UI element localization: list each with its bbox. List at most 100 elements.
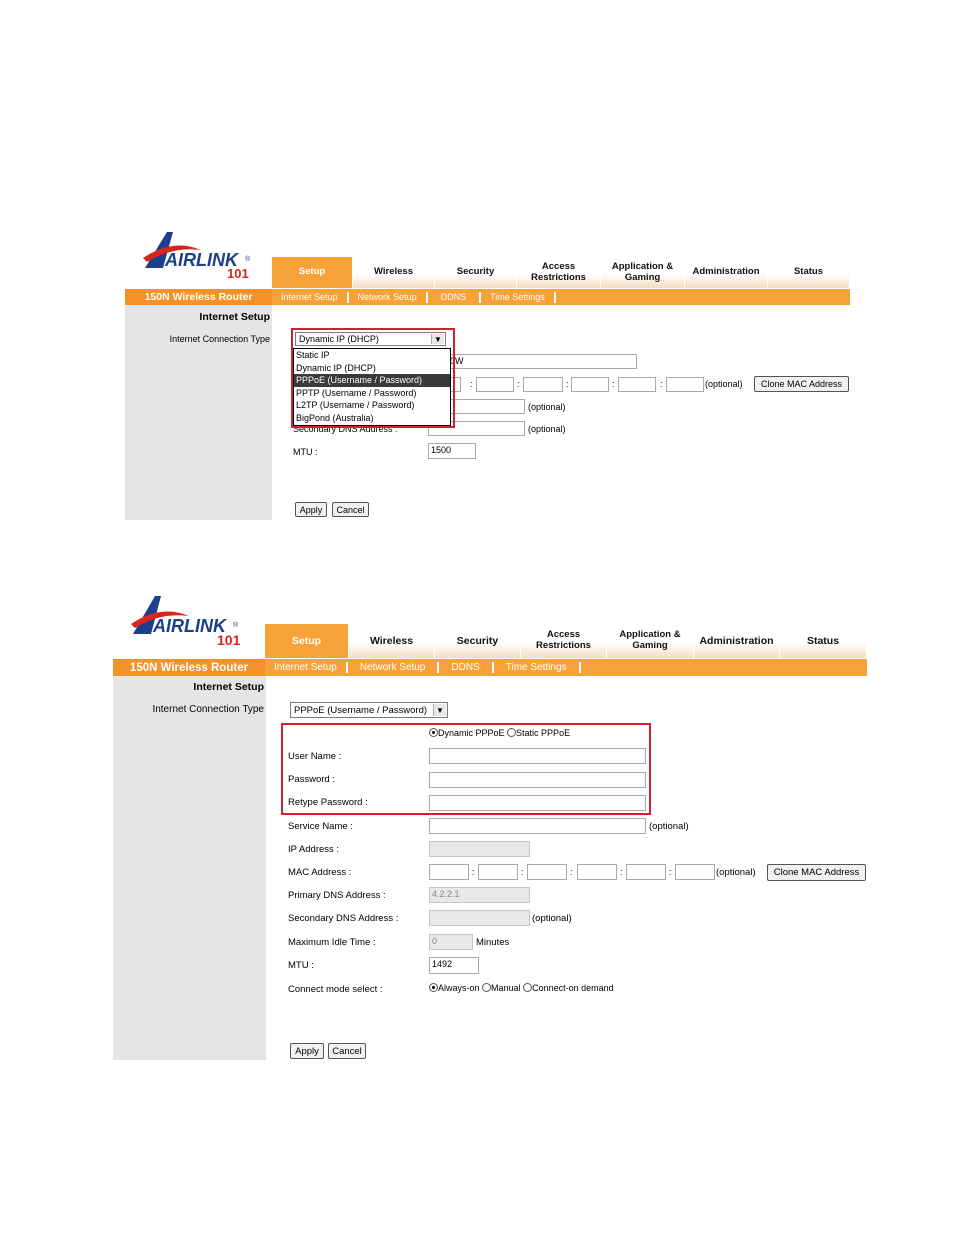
connect-mode-label: Connect mode select : (288, 984, 383, 995)
mtu-label: MTU : (288, 960, 314, 971)
max-idle-label: Maximum Idle Time : (288, 937, 376, 948)
clone-mac-button[interactable]: Clone MAC Address (754, 376, 849, 392)
service-name-input[interactable] (429, 818, 646, 834)
radio-manual[interactable] (482, 983, 492, 992)
max-idle-unit: Minutes (476, 937, 510, 948)
mac-colon: : (517, 379, 520, 389)
tab-status[interactable]: Status (768, 257, 850, 288)
service-name-optional: (optional) (649, 821, 689, 832)
tab-application-gaming[interactable]: Application & Gaming (607, 624, 694, 658)
logo-number: 101 (217, 632, 241, 648)
tab-security[interactable]: Security (435, 624, 521, 658)
tab-status[interactable]: Status (780, 624, 867, 658)
radio-connect-on-demand[interactable] (523, 983, 533, 992)
subtab-separator (553, 291, 556, 303)
subtab-time-settings[interactable]: Time Settings (481, 292, 554, 302)
always-on-label: Always-on (438, 983, 480, 993)
mac-colon: : (669, 867, 672, 877)
connection-type-label: Internet Connection Type (152, 704, 264, 715)
cancel-button[interactable]: Cancel (332, 502, 369, 517)
chevron-down-icon[interactable]: ▼ (433, 704, 446, 716)
tab-application-gaming[interactable]: Application & Gaming (601, 257, 685, 288)
radio-always-on[interactable] (429, 983, 438, 992)
connection-type-label: Internet Connection Type (169, 334, 270, 344)
mtu-label: MTU : (293, 447, 318, 457)
mac-octet-3[interactable] (523, 377, 563, 392)
subtab-separator (578, 662, 581, 673)
subtab-ddns[interactable]: DDNS (428, 292, 480, 302)
connection-type-select[interactable]: PPPoE (Username / Password) ▼ (290, 702, 448, 718)
subtab-internet-setup[interactable]: Internet Setup (272, 292, 347, 302)
section-heading: Internet Setup (199, 311, 270, 323)
sub-nav-bar: 150N Wireless Router Internet Setup Netw… (113, 659, 867, 676)
connect-mode-group: Always-on Manual Connect-on demand (429, 983, 614, 993)
apply-button[interactable]: Apply (290, 1043, 324, 1059)
logo-number: 101 (227, 266, 249, 281)
primary-dns-label: Primary DNS Address : (288, 890, 386, 901)
tab-security[interactable]: Security (435, 257, 517, 288)
mtu-value: 1500 (431, 445, 452, 455)
mac-colon: : (472, 867, 475, 877)
mac-octet-6[interactable] (666, 377, 704, 392)
host-name-input[interactable]: 0W (447, 354, 637, 369)
mac-colon: : (620, 867, 623, 877)
section-heading: Internet Setup (193, 681, 264, 693)
mac-address-label: MAC Address : (288, 867, 352, 878)
tab-wireless[interactable]: Wireless (349, 624, 435, 658)
subtab-time-settings[interactable]: Time Settings (494, 662, 579, 673)
subtab-network-setup[interactable]: Network Setup (348, 662, 438, 673)
mac-octet-4[interactable] (571, 377, 609, 392)
highlight-box (281, 723, 651, 815)
max-idle-value: 0 (432, 936, 438, 946)
apply-button[interactable]: Apply (295, 502, 327, 517)
primary-dns-optional: (optional) (528, 402, 566, 412)
mac-octet-1[interactable] (429, 864, 469, 880)
ip-address-input (429, 841, 530, 857)
max-idle-input: 0 (429, 934, 473, 950)
mtu-input[interactable]: 1492 (429, 957, 479, 974)
router-screen-2: AIRLINK ® 101 Setup Wireless Security Ac… (113, 592, 867, 1060)
secondary-dns-optional: (optional) (528, 424, 566, 434)
airlink-logo: AIRLINK ® 101 (143, 228, 289, 286)
tab-setup[interactable]: Setup (272, 257, 353, 288)
service-name-label: Service Name : (288, 821, 353, 832)
tab-access-restrictions[interactable]: Access Restrictions (521, 624, 607, 658)
tab-setup[interactable]: Setup (265, 624, 349, 658)
mac-colon: : (570, 867, 573, 877)
mac-octet-3[interactable] (527, 864, 567, 880)
clone-mac-button[interactable]: Clone MAC Address (767, 864, 866, 881)
mac-optional: (optional) (705, 379, 743, 389)
connect-on-demand-label: Connect-on demand (532, 983, 614, 993)
mac-octet-2[interactable] (476, 377, 514, 392)
secondary-dns-label: Secondary DNS Address : (288, 913, 399, 924)
secondary-dns-optional: (optional) (532, 913, 572, 924)
main-nav: Setup Wireless Security Access Restricti… (265, 624, 867, 658)
ip-address-label: IP Address : (288, 844, 340, 855)
mac-octet-6[interactable] (675, 864, 715, 880)
sub-nav-bar: 150N Wireless Router Internet Setup Netw… (125, 289, 850, 305)
sidebar: Internet Setup Internet Connection Type (113, 676, 266, 1060)
mac-octet-5[interactable] (618, 377, 656, 392)
subtab-network-setup[interactable]: Network Setup (349, 292, 426, 302)
mac-colon: : (660, 379, 663, 389)
tab-access-restrictions[interactable]: Access Restrictions (517, 257, 601, 288)
mac-octet-2[interactable] (478, 864, 518, 880)
sub-nav: Internet Setup Network Setup DDNS Time S… (272, 289, 556, 305)
secondary-dns-input (429, 910, 530, 926)
mac-colon: : (612, 379, 615, 389)
subtab-internet-setup[interactable]: Internet Setup (265, 662, 346, 673)
subtab-ddns[interactable]: DDNS (439, 662, 491, 673)
airlink-logo: AIRLINK ® 101 (131, 592, 277, 650)
primary-dns-value: 4.2.2.1 (432, 889, 460, 899)
cancel-button[interactable]: Cancel (328, 1043, 366, 1059)
mtu-input[interactable]: 1500 (428, 443, 476, 459)
highlight-box (291, 328, 455, 428)
sidebar: Internet Setup Internet Connection Type (125, 305, 272, 520)
mac-octet-4[interactable] (577, 864, 617, 880)
tab-administration[interactable]: Administration (694, 624, 780, 658)
tab-wireless[interactable]: Wireless (353, 257, 435, 288)
mac-octet-5[interactable] (626, 864, 666, 880)
mtu-value: 1492 (432, 959, 453, 969)
mac-colon: : (566, 379, 569, 389)
tab-administration[interactable]: Administration (685, 257, 768, 288)
